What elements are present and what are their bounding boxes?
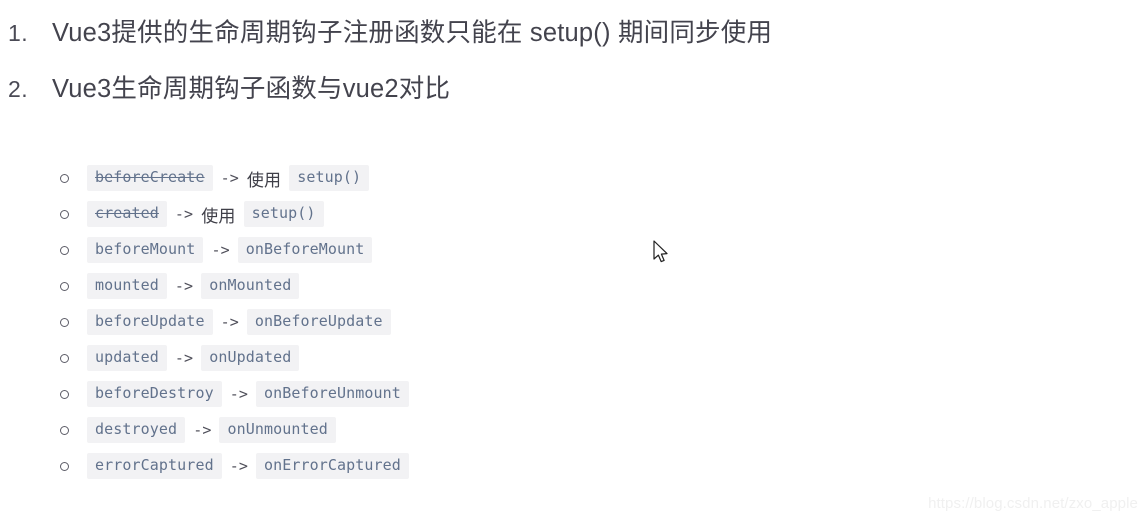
mapping-arrow: -> [229, 457, 248, 475]
vue2-hook-chip: errorCaptured [87, 453, 222, 479]
vue2-hook-chip: mounted [87, 273, 167, 299]
hook-mapping-row: mounted -> onMounted [0, 268, 409, 304]
mapping-arrow: -> [174, 349, 194, 367]
mapping-arrow: -> [220, 169, 239, 187]
hook-mapping-row: updated -> onUpdated [0, 340, 409, 376]
vue2-hook-chip: destroyed [87, 417, 186, 443]
circle-outline-icon [60, 353, 69, 363]
lifecycle-hook-mapping-list: beforeCreate -> 使用 setup() created -> 使用 setup(… [0, 160, 409, 484]
circle-outline-icon [60, 173, 69, 183]
vue3-hook-chip: onMounted [201, 273, 300, 299]
mapping-arrow: -> [211, 241, 230, 259]
hook-mapping-row: beforeDestroy -> onBeforeUnmount [0, 376, 409, 412]
mapping-arrow: -> [229, 385, 248, 403]
vue3-hook-chip: setup() [289, 165, 370, 191]
hook-mapping-row: created -> 使用 setup() [0, 196, 409, 232]
vue2-hook-chip: beforeDestroy [87, 381, 222, 407]
vue3-hook-chip: onUpdated [201, 345, 300, 371]
list-item-marker: 2. [8, 76, 29, 102]
mapping-arrow: -> [193, 421, 212, 439]
vue3-hook-chip: onUnmounted [219, 417, 336, 443]
hook-mapping-row: beforeUpdate -> onBeforeUpdate [0, 304, 409, 340]
document-page: 1. Vue3提供的生命周期钩子注册函数只能在 setup() 期间同步使用 2. V… [0, 0, 1148, 518]
watermark: https://blog.csdn.net/zxo_apple [928, 495, 1138, 512]
circle-outline-icon [60, 425, 69, 435]
hook-mapping-row: beforeMount -> onBeforeMount [0, 232, 409, 268]
list-item-text: Vue3生命周期钩子函数与vue2对比 [52, 75, 451, 103]
circle-outline-icon [60, 281, 69, 291]
vue2-hook-chip: beforeCreate [87, 165, 213, 191]
circle-outline-icon [60, 461, 69, 471]
vue2-hook-chip: beforeUpdate [87, 309, 213, 335]
list-item-text: Vue3提供的生命周期钩子注册函数只能在 setup() 期间同步使用 [52, 19, 773, 47]
hook-mapping-row: destroyed -> onUnmounted [0, 412, 409, 448]
vue3-hook-chip: setup() [243, 201, 324, 227]
mapping-arrow: -> [174, 277, 194, 295]
hook-mapping-row: errorCaptured -> onErrorCaptured [0, 448, 409, 484]
list-item-marker: 1. [8, 20, 29, 46]
vue3-hook-chip: onBeforeMount [237, 237, 373, 263]
numbered-list-item: 1. Vue3提供的生命周期钩子注册函数只能在 setup() 期间同步使用 [0, 18, 1100, 74]
mapping-note: 使用 [201, 206, 236, 226]
mouse-pointer-icon [653, 240, 668, 263]
hook-mapping-row: beforeCreate -> 使用 setup() [0, 160, 409, 196]
circle-outline-icon [60, 317, 69, 327]
vue3-hook-chip: onErrorCaptured [255, 453, 409, 479]
numbered-list-item: 2. Vue3生命周期钩子函数与vue2对比 [0, 74, 1100, 130]
vue2-hook-chip: updated [87, 345, 167, 371]
vue2-hook-chip: created [87, 201, 167, 227]
mapping-arrow: -> [220, 313, 239, 331]
circle-outline-icon [60, 209, 69, 219]
circle-outline-icon [60, 245, 69, 255]
circle-outline-icon [60, 389, 69, 399]
mapping-note: 使用 [246, 170, 282, 190]
vue3-hook-chip: onBeforeUpdate [246, 309, 391, 335]
mapping-arrow: -> [174, 205, 194, 223]
vue3-hook-chip: onBeforeUnmount [255, 381, 409, 407]
vue2-hook-chip: beforeMount [87, 237, 204, 263]
numbered-section-list: 1. Vue3提供的生命周期钩子注册函数只能在 setup() 期间同步使用 2. V… [0, 18, 1100, 130]
